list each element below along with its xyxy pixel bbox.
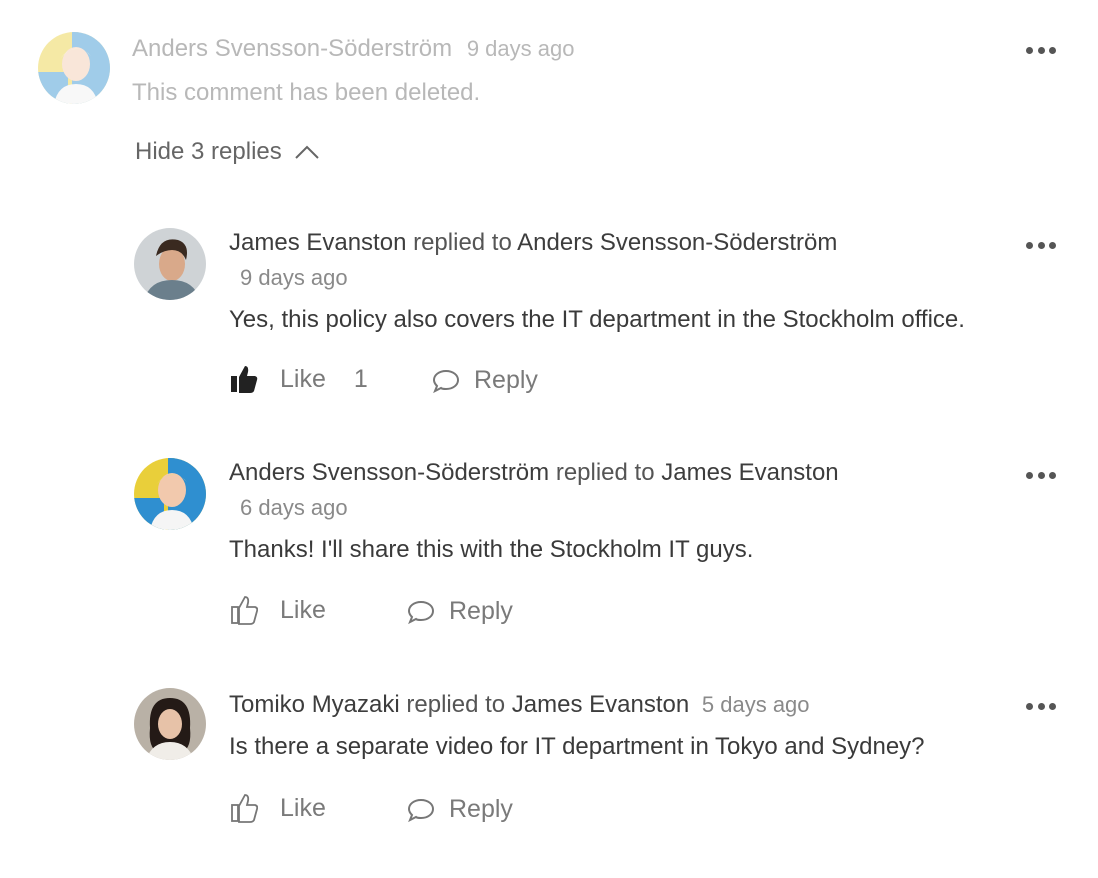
reply-body: Is there a separate video for IT departm… (229, 733, 925, 760)
reply-body: Thanks! I'll share this with the Stockho… (229, 536, 754, 563)
author-name[interactable]: James Evanston (229, 229, 406, 256)
replied-to-label: replied to (406, 691, 506, 718)
chevron-up-icon (295, 145, 319, 159)
like-label: Like (280, 595, 326, 624)
avatar[interactable] (134, 228, 206, 300)
reply-target-name[interactable]: James Evanston (512, 691, 689, 718)
reply-label: Reply (449, 597, 513, 625)
more-options-icon[interactable] (1026, 237, 1056, 253)
author-name[interactable]: Anders Svensson-Söderström (229, 459, 549, 486)
reply-header: James Evanston replied to Anders Svensso… (229, 228, 837, 258)
like-count: 1 (353, 364, 368, 393)
reply-header: Anders Svensson-Söderström replied to Ja… (229, 458, 839, 488)
like-label: Like (280, 364, 326, 393)
comment-body: This comment has been deleted. (132, 79, 481, 106)
replied-to-label: replied to (555, 459, 655, 486)
timestamp: 6 days ago (240, 495, 348, 520)
reply-button[interactable]: Reply (407, 597, 513, 626)
avatar[interactable] (134, 458, 206, 530)
reply-body: Yes, this policy also covers the IT depa… (229, 306, 965, 333)
timestamp: 9 days ago (240, 265, 348, 290)
thumbs-up-outline-icon (231, 596, 258, 625)
hide-replies-toggle[interactable]: Hide 3 replies (135, 138, 320, 166)
like-button[interactable]: Like 1 (230, 364, 368, 394)
thumbs-up-filled-icon (231, 366, 258, 393)
avatar[interactable] (38, 32, 110, 104)
reply-header: Tomiko Myazaki replied to James Evanston… (229, 690, 810, 720)
more-options-icon[interactable] (1026, 467, 1056, 483)
speech-bubble-icon (432, 369, 460, 393)
replied-to-label: replied to (413, 229, 512, 256)
reply-label: Reply (449, 795, 513, 823)
toggle-label: Hide 3 replies (135, 138, 282, 165)
author-name[interactable]: Tomiko Myazaki (229, 691, 400, 718)
reply-target-name[interactable]: Anders Svensson-Söderström (517, 229, 837, 256)
more-options-icon[interactable] (1026, 42, 1056, 58)
like-label: Like (280, 793, 326, 822)
reply-button[interactable]: Reply (407, 795, 513, 824)
like-button[interactable]: Like (230, 595, 326, 625)
timestamp: 5 days ago (701, 692, 810, 717)
comment-header: Anders Svensson-Söderström 9 days ago (132, 34, 574, 64)
reply-label: Reply (474, 366, 538, 394)
reply-button[interactable]: Reply (432, 366, 538, 395)
avatar[interactable] (134, 688, 206, 760)
speech-bubble-icon (407, 600, 435, 624)
author-name[interactable]: Anders Svensson-Söderström (132, 35, 452, 62)
more-options-icon[interactable] (1026, 698, 1056, 714)
thumbs-up-outline-icon (231, 794, 258, 823)
timestamp: 9 days ago (466, 36, 575, 61)
like-button[interactable]: Like (230, 793, 326, 823)
speech-bubble-icon (407, 798, 435, 822)
reply-target-name[interactable]: James Evanston (661, 459, 838, 486)
